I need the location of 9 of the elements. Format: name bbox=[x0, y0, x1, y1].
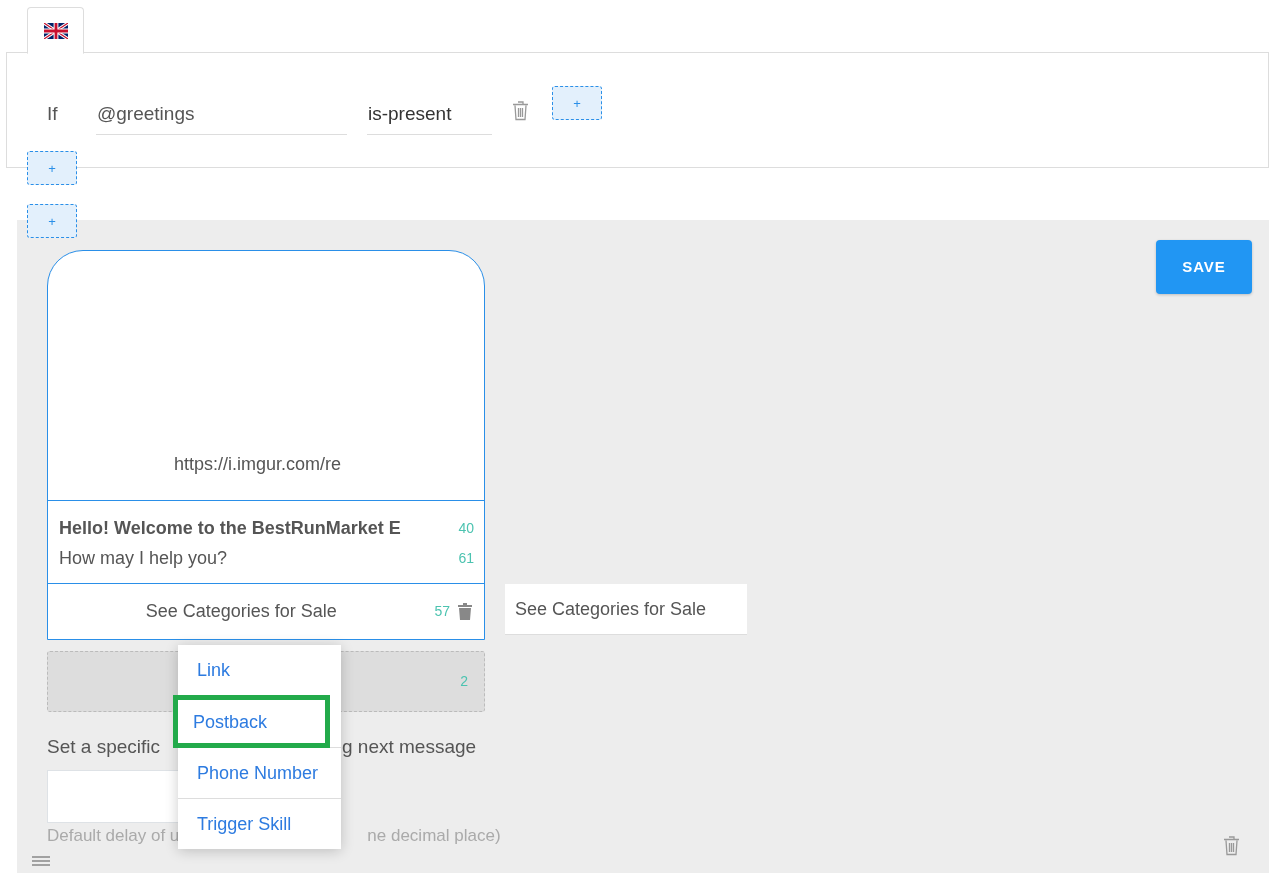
character-count: 61 bbox=[458, 548, 474, 568]
delay-hint: Default delay of u bbox=[47, 827, 180, 846]
condition-keyword: If bbox=[47, 102, 59, 126]
character-count: 40 bbox=[458, 518, 474, 538]
delay-label: g next message bbox=[342, 737, 477, 756]
character-count: 2 bbox=[460, 672, 468, 691]
delay-hint: ne decimal place) bbox=[367, 827, 501, 846]
character-count: 57 bbox=[434, 602, 450, 621]
delay-label: Set a specific bbox=[47, 737, 160, 756]
